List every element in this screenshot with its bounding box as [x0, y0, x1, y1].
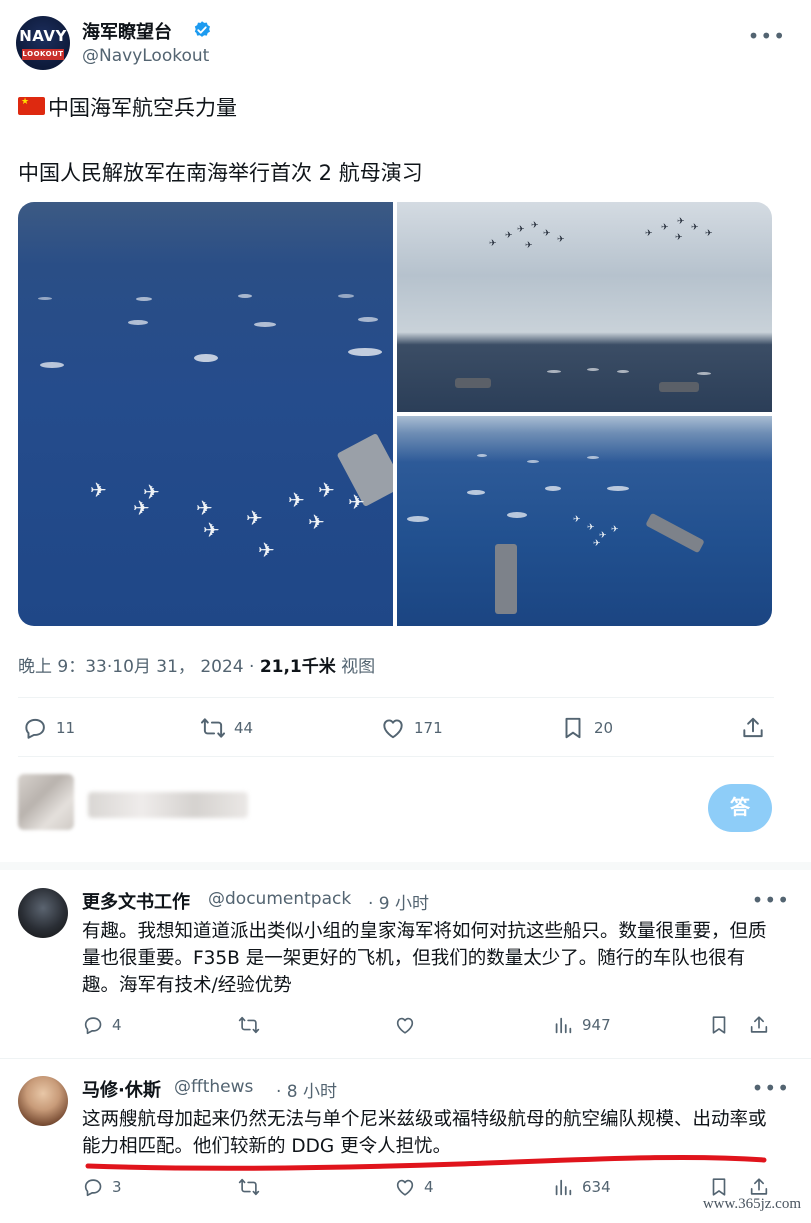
- author-handle[interactable]: @NavyLookout: [82, 46, 209, 66]
- repost-action[interactable]: [238, 1014, 260, 1036]
- bookmark-action[interactable]: [708, 1014, 730, 1036]
- post-text-line-2: 中国人民解放军在南海举行首次 2 航母演习: [18, 161, 423, 185]
- reply-avatar[interactable]: [18, 888, 68, 938]
- reply-icon: [25, 718, 45, 739]
- reply-author-handle[interactable]: @ffthews: [174, 1077, 253, 1097]
- bookmark-action[interactable]: 20: [560, 715, 613, 741]
- like-count: 4: [424, 1178, 434, 1196]
- watermark-text: www.365jz.com: [702, 1196, 801, 1212]
- bookmark-icon: [565, 717, 581, 739]
- share-icon: [743, 717, 763, 738]
- share-action[interactable]: [748, 1176, 770, 1198]
- bookmark-count: 20: [594, 719, 614, 737]
- post-views-count: 21,1千米: [259, 657, 336, 677]
- reply-author-name[interactable]: 马修·休斯: [82, 1076, 161, 1102]
- views-chart-icon: [555, 1179, 572, 1196]
- share-icon: [750, 1178, 768, 1195]
- post-media-grid: ✈ ✈ ✈ ✈ ✈ ✈ ✈ ✈ ✈ ✈ ✈ ✈ ✈ ✈ ✈ ✈ ✈ ✈ ✈ ✈ …: [18, 202, 772, 626]
- reply-item[interactable]: 更多文书工作 @documentpack · 9 小时 ••• 有趣。我想知道道…: [18, 888, 794, 1048]
- post-views-label: 视图: [335, 657, 376, 677]
- bookmark-icon: [712, 1016, 726, 1034]
- heart-icon: [396, 1179, 414, 1196]
- share-icon: [750, 1016, 768, 1033]
- media-photo-fleet-column[interactable]: ✈ ✈ ✈ ✈ ✈: [397, 416, 772, 626]
- repost-count: 44: [234, 719, 254, 737]
- more-options-icon[interactable]: •••: [752, 888, 790, 912]
- like-action[interactable]: 4: [394, 1176, 434, 1198]
- avatar-logo-text: NAVY: [19, 27, 67, 45]
- repost-icon: [200, 718, 226, 738]
- views-action[interactable]: 634: [552, 1176, 611, 1198]
- reply-count: 4: [112, 1016, 122, 1034]
- reply-author-name[interactable]: 更多文书工作: [82, 888, 190, 914]
- share-action[interactable]: [740, 715, 766, 741]
- media-photo-flyover[interactable]: ✈ ✈ ✈ ✈ ✈ ✈ ✈ ✈ ✈ ✈ ✈ ✈ ✈: [397, 202, 772, 412]
- reply-time: · 9 小时: [368, 894, 430, 914]
- reply-time: · 8 小时: [276, 1082, 338, 1102]
- verified-badge-icon: [194, 21, 210, 37]
- bookmark-action[interactable]: [708, 1176, 730, 1198]
- heart-icon: [383, 719, 403, 739]
- views-count: 947: [582, 1016, 611, 1034]
- author-name[interactable]: 海军瞭望台: [82, 18, 172, 44]
- repost-icon: [238, 1178, 260, 1196]
- reply-icon: [84, 1017, 102, 1035]
- more-options-icon[interactable]: •••: [752, 1076, 790, 1100]
- heart-icon: [396, 1017, 414, 1034]
- repost-icon: [238, 1016, 260, 1034]
- more-options-icon[interactable]: •••: [748, 24, 786, 48]
- views-count: 634: [582, 1178, 611, 1196]
- post-timestamp: 晚上 9：33·10月 31， 2024 · 21,1千米 视图: [18, 652, 375, 677]
- repost-action[interactable]: [238, 1176, 260, 1198]
- like-count: 171: [414, 719, 443, 737]
- reply-input[interactable]: [88, 792, 248, 818]
- reply-button[interactable]: 答: [708, 784, 772, 832]
- reply-composer: 答: [16, 772, 776, 838]
- reply-count: 3: [112, 1178, 122, 1196]
- post-header: NAVY LOOKOUT 海军瞭望台 @NavyLookout •••: [16, 14, 796, 74]
- reply-avatar[interactable]: [18, 1076, 68, 1126]
- post-text-line-1: 中国海军航空兵力量: [48, 96, 237, 120]
- reply-icon: [84, 1179, 102, 1197]
- author-avatar[interactable]: NAVY LOOKOUT: [16, 16, 70, 70]
- views-action[interactable]: 947: [552, 1014, 611, 1036]
- reply-text: 有趣。我想知道道派出类似小组的皇家海军将如何对抗这些船只。数量很重要，但质量也很…: [82, 921, 767, 996]
- red-underline-annotation: [85, 1154, 767, 1171]
- avatar-logo-band: LOOKOUT: [22, 49, 64, 60]
- reply-action[interactable]: 4: [82, 1014, 122, 1036]
- bookmark-icon: [712, 1178, 726, 1196]
- share-action[interactable]: [748, 1014, 770, 1036]
- media-photo-carrier-formation[interactable]: ✈ ✈ ✈ ✈ ✈ ✈ ✈ ✈ ✈ ✈ ✈: [18, 202, 393, 626]
- section-separator: [0, 862, 811, 870]
- reply-action[interactable]: 11: [22, 715, 75, 741]
- divider: [0, 1058, 811, 1059]
- china-flag-icon: ★: [18, 97, 45, 115]
- like-action[interactable]: [394, 1014, 416, 1036]
- views-chart-icon: [555, 1017, 572, 1034]
- divider: [18, 697, 774, 698]
- reply-count: 11: [56, 719, 76, 737]
- current-user-avatar: [18, 774, 74, 830]
- reply-author-handle[interactable]: @documentpack: [208, 889, 351, 909]
- post-time[interactable]: 晚上 9：33·10月 31， 2024 ·: [18, 657, 260, 677]
- reply-action[interactable]: 3: [82, 1176, 122, 1198]
- like-action[interactable]: 171: [380, 715, 443, 741]
- repost-action[interactable]: 44: [200, 715, 253, 741]
- divider: [18, 756, 774, 757]
